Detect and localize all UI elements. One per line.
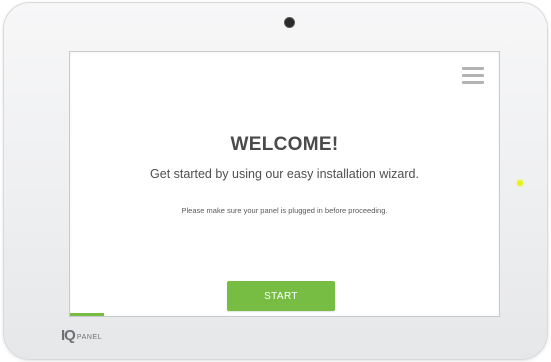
wizard-progress-bar [70, 313, 499, 316]
touch-screen: WELCOME! Get started by using our easy i… [69, 51, 500, 317]
plugged-in-note: Please make sure your panel is plugged i… [181, 206, 388, 215]
start-button[interactable]: START [227, 281, 335, 311]
wizard-progress-fill [70, 313, 105, 316]
brand-word: PANEL [76, 334, 103, 341]
brand-mark: IQ [61, 327, 76, 344]
wizard-subtitle: Get started by using our easy installati… [150, 167, 419, 181]
iq-panel-device: WELCOME! Get started by using our easy i… [4, 3, 547, 359]
welcome-title: WELCOME! [230, 134, 339, 155]
camera-lens [285, 18, 294, 27]
iq-panel-logo: IQ PANEL [61, 327, 103, 344]
hamburger-menu-icon[interactable] [462, 67, 484, 84]
status-led [517, 180, 523, 186]
